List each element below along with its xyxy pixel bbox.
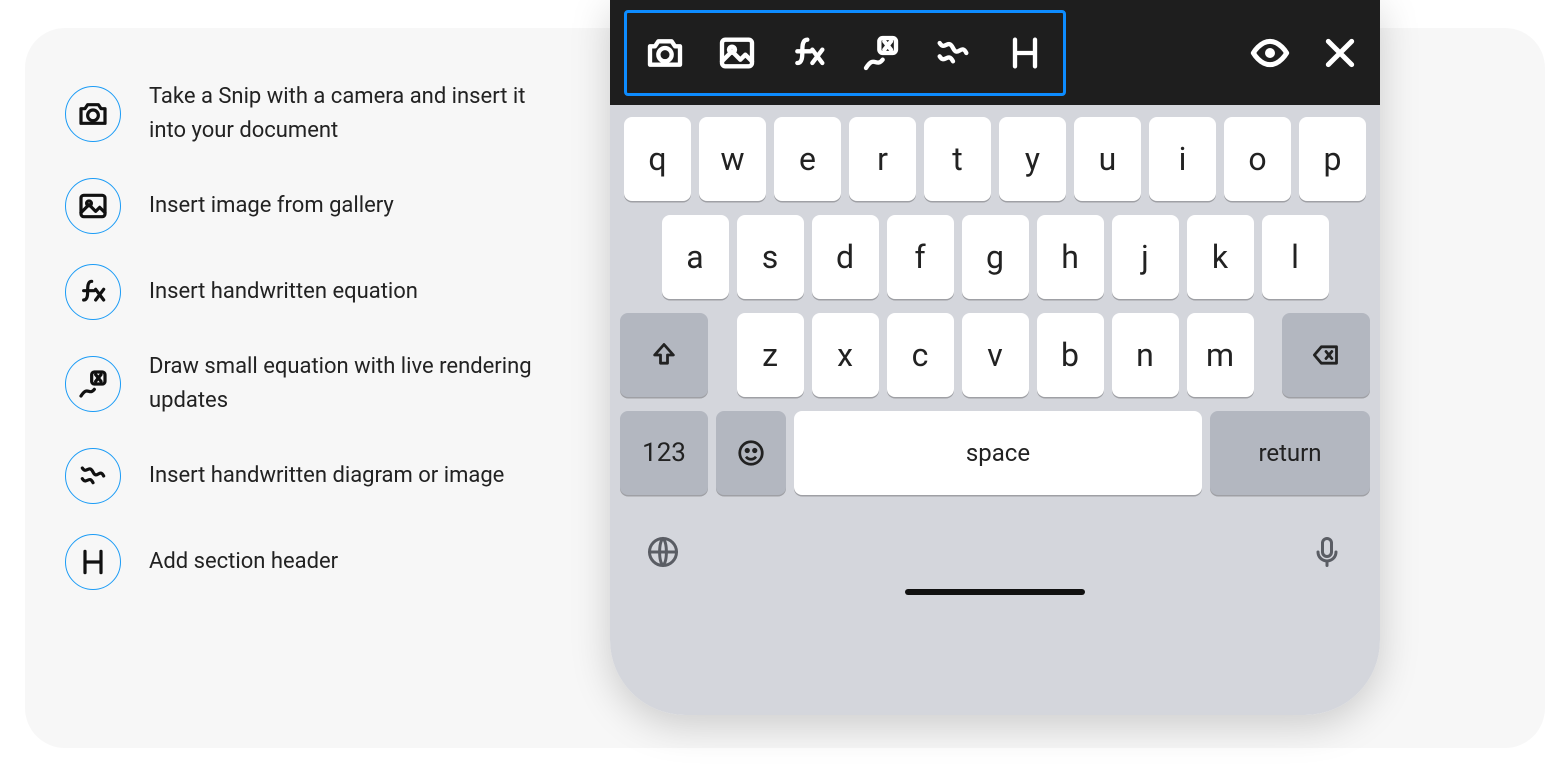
heading-icon[interactable]: [1005, 33, 1045, 73]
snip-toolbar: [610, 0, 1380, 105]
close-icon[interactable]: [1320, 33, 1360, 73]
keyboard-row-1: qwertyuiop: [620, 117, 1370, 201]
numbers-key[interactable]: 123: [620, 411, 708, 495]
scribble-icon[interactable]: [933, 33, 973, 73]
scribble-x-icon: [65, 356, 121, 412]
legend-text: Draw small equation with live rendering …: [149, 350, 549, 418]
key-k[interactable]: k: [1187, 215, 1254, 299]
home-indicator: [905, 589, 1085, 595]
keyboard-row-3: zxcvbnm: [620, 313, 1370, 397]
key-g[interactable]: g: [962, 215, 1029, 299]
key-z[interactable]: z: [737, 313, 804, 397]
mic-icon[interactable]: [1309, 534, 1345, 574]
camera-icon[interactable]: [645, 33, 685, 73]
key-s[interactable]: s: [737, 215, 804, 299]
legend-item-image: Insert image from gallery: [65, 178, 585, 234]
key-j[interactable]: j: [1112, 215, 1179, 299]
legend-text: Insert handwritten diagram or image: [149, 459, 504, 493]
backspace-key[interactable]: [1282, 313, 1370, 397]
key-a[interactable]: a: [662, 215, 729, 299]
key-o[interactable]: o: [1224, 117, 1291, 201]
fx-icon: [65, 264, 121, 320]
legend-item-fx: Insert handwritten equation: [65, 264, 585, 320]
shift-key[interactable]: [620, 313, 708, 397]
key-t[interactable]: t: [924, 117, 991, 201]
legend-item-heading: Add section header: [65, 534, 585, 590]
key-n[interactable]: n: [1112, 313, 1179, 397]
legend-text: Take a Snip with a camera and insert it …: [149, 80, 549, 148]
space-key[interactable]: space: [794, 411, 1202, 495]
keyboard-row-2: asdfghjkl: [620, 215, 1370, 299]
legend-item-camera: Take a Snip with a camera and insert it …: [65, 80, 585, 148]
legend-text: Insert image from gallery: [149, 189, 394, 223]
phone-mockup: qwertyuiop asdfghjkl zxcvbnm 123 space r…: [610, 0, 1380, 715]
key-m[interactable]: m: [1187, 313, 1254, 397]
key-h[interactable]: h: [1037, 215, 1104, 299]
toolbar-highlight-group: [624, 10, 1066, 96]
key-q[interactable]: q: [624, 117, 691, 201]
key-w[interactable]: w: [699, 117, 766, 201]
key-e[interactable]: e: [774, 117, 841, 201]
key-f[interactable]: f: [887, 215, 954, 299]
return-key[interactable]: return: [1210, 411, 1370, 495]
key-u[interactable]: u: [1074, 117, 1141, 201]
legend-item-scribble-x: Draw small equation with live rendering …: [65, 350, 585, 418]
camera-icon: [65, 86, 121, 142]
legend-text: Insert handwritten equation: [149, 275, 418, 309]
key-y[interactable]: y: [999, 117, 1066, 201]
image-icon: [65, 178, 121, 234]
legend-item-scribble: Insert handwritten diagram or image: [65, 448, 585, 504]
globe-icon[interactable]: [645, 534, 681, 574]
key-i[interactable]: i: [1149, 117, 1216, 201]
key-d[interactable]: d: [812, 215, 879, 299]
key-p[interactable]: p: [1299, 117, 1366, 201]
scribble-x-icon[interactable]: [861, 33, 901, 73]
keyboard-row-3-letters: zxcvbnm: [737, 313, 1254, 397]
ios-keyboard: qwertyuiop asdfghjkl zxcvbnm 123 space r…: [610, 105, 1380, 715]
legend-list: Take a Snip with a camera and insert it …: [65, 80, 585, 590]
heading-icon: [65, 534, 121, 590]
legend-text: Add section header: [149, 545, 338, 579]
key-c[interactable]: c: [887, 313, 954, 397]
eye-icon[interactable]: [1250, 33, 1290, 73]
key-v[interactable]: v: [962, 313, 1029, 397]
scribble-icon: [65, 448, 121, 504]
key-l[interactable]: l: [1262, 215, 1329, 299]
key-r[interactable]: r: [849, 117, 916, 201]
key-x[interactable]: x: [812, 313, 879, 397]
emoji-key[interactable]: [716, 411, 786, 495]
fx-icon[interactable]: [789, 33, 829, 73]
image-icon[interactable]: [717, 33, 757, 73]
key-b[interactable]: b: [1037, 313, 1104, 397]
